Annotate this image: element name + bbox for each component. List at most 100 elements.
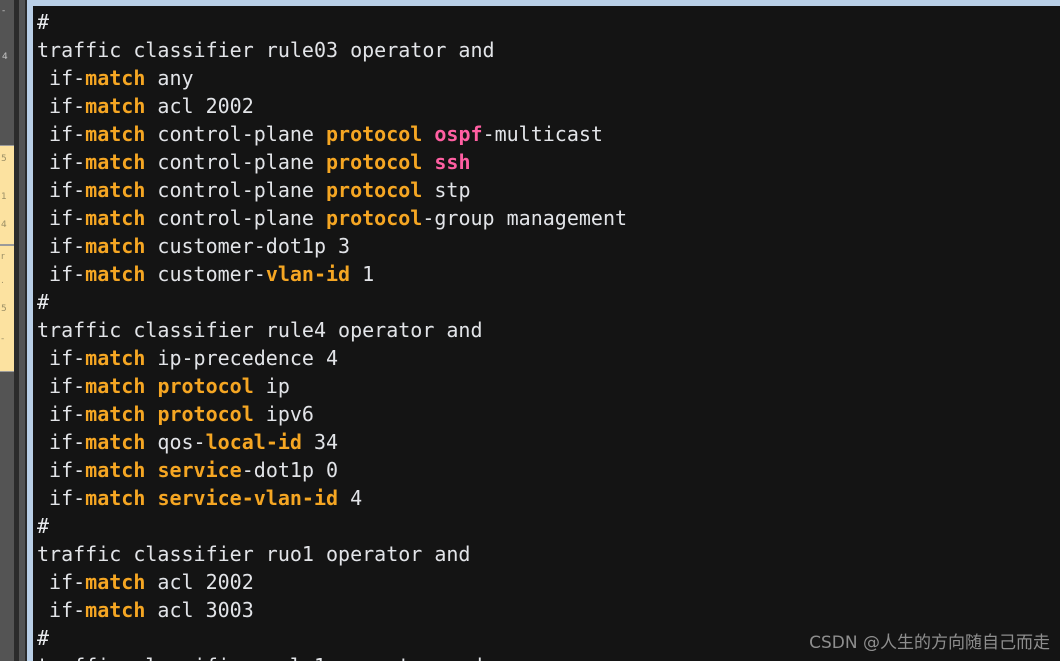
console-line: if-match acl 3003 — [33, 596, 1060, 624]
left-panel-ghost-mark: . — [1, 276, 4, 286]
console-token: match — [85, 458, 146, 482]
console-line: # — [33, 288, 1060, 316]
console-token: 4 — [338, 486, 363, 510]
console-token — [422, 122, 434, 146]
console-token: service — [157, 458, 242, 482]
console-token: -multicast — [482, 122, 603, 146]
console-token: protocol — [326, 122, 423, 146]
console-token: match — [85, 486, 146, 510]
console-token: if- — [37, 598, 86, 622]
console-token: 1 — [350, 262, 375, 286]
console-token: traffic classifier rule4 operator and — [37, 318, 483, 342]
console-token: ip — [253, 374, 290, 398]
console-token: ipv6 — [253, 402, 314, 426]
left-panel-ghost-mark: 4 — [2, 52, 8, 62]
console-token: control-plane — [145, 206, 327, 230]
console-line: # — [33, 8, 1060, 36]
console-token: if- — [37, 570, 86, 594]
console-token: stp — [422, 178, 471, 202]
console-token: if- — [37, 346, 86, 370]
console-token: local-id — [205, 430, 302, 454]
console-token: if- — [37, 430, 86, 454]
console-token: customer-dot1p 3 — [145, 234, 351, 258]
console-line: traffic classifier rule03 operator and — [33, 36, 1060, 64]
console-token: if- — [37, 262, 86, 286]
console-token: -dot1p 0 — [241, 458, 339, 482]
console-token: match — [85, 66, 146, 90]
console-token: acl 3003 — [145, 598, 254, 622]
console-token: if- — [37, 402, 86, 426]
left-side-panel[interactable]: - 4 5 1 4 r . 5 - — [0, 0, 14, 661]
console-token: ospf — [434, 122, 483, 146]
console-token: # — [37, 514, 50, 538]
console-token — [145, 458, 157, 482]
console-token: ssh — [434, 150, 471, 174]
console-token: control-plane — [145, 178, 327, 202]
console-line: if-match protocol ip — [33, 372, 1060, 400]
console-token: acl 2002 — [145, 94, 254, 118]
console-token: traffic classifier rule1 operator and — [37, 654, 483, 661]
console-token: protocol — [326, 206, 423, 230]
console-token: # — [37, 626, 50, 650]
console-line: if-match protocol ipv6 — [33, 400, 1060, 428]
left-panel-section-a[interactable]: 5 1 4 — [0, 145, 14, 245]
left-panel-section-b[interactable]: r . 5 - — [0, 245, 14, 372]
console-token: if- — [37, 206, 86, 230]
console-token: acl 2002 — [145, 570, 254, 594]
console-token: if- — [37, 234, 86, 258]
console-line: if-match control-plane protocol-group ma… — [33, 204, 1060, 232]
console-line: if-match customer-vlan-id 1 — [33, 260, 1060, 288]
console-line: if-match service-vlan-id 4 — [33, 484, 1060, 512]
console-token: match — [85, 402, 146, 426]
console-token: match — [85, 94, 146, 118]
console-token: if- — [37, 94, 86, 118]
console-token: protocol — [157, 402, 254, 426]
screenshot-root: - 4 5 1 4 r . 5 - # traffic classifier ru… — [0, 0, 1060, 661]
console-line: if-match control-plane protocol ospf-mul… — [33, 120, 1060, 148]
console-token: 34 — [301, 430, 339, 454]
console-token: service-vlan-id — [157, 486, 339, 510]
console-line: if-match control-plane protocol ssh — [33, 148, 1060, 176]
console-token: any — [145, 66, 194, 90]
console-token: -group management — [422, 206, 628, 230]
console-line: if-match qos-local-id 34 — [33, 428, 1060, 456]
console-token: traffic classifier ruo1 operator and — [37, 542, 471, 566]
console-token: protocol — [326, 150, 423, 174]
console-line: traffic classifier ruo1 operator and — [33, 540, 1060, 568]
console-token: match — [85, 346, 146, 370]
console-token: match — [85, 570, 146, 594]
left-panel-ghost-mark: r — [1, 252, 5, 262]
console-line: traffic classifier rule4 operator and — [33, 316, 1060, 344]
console-line: if-match acl 2002 — [33, 92, 1060, 120]
left-panel-ghost-mark: - — [1, 334, 5, 344]
left-panel-ghost-mark: 1 — [1, 192, 7, 202]
console-token: if- — [37, 458, 86, 482]
left-panel-ghost-mark: 4 — [1, 220, 7, 230]
console-token: if- — [37, 374, 86, 398]
console-token: if- — [37, 122, 86, 146]
console-token: protocol — [326, 178, 423, 202]
console-line: # — [33, 624, 1060, 652]
console-token: match — [85, 150, 146, 174]
console-token: # — [37, 10, 50, 34]
console-token: ip-precedence 4 — [145, 346, 339, 370]
console-token — [422, 150, 434, 174]
console-token: match — [85, 178, 146, 202]
console-line: # — [33, 512, 1060, 540]
console-token: customer- — [145, 262, 266, 286]
console-token — [145, 374, 157, 398]
console-token: protocol — [157, 374, 254, 398]
console-token: # — [37, 290, 50, 314]
terminal-console[interactable]: # traffic classifier rule03 operator and … — [33, 6, 1060, 661]
left-panel-ghost-mark: 5 — [1, 154, 7, 164]
console-token: if- — [37, 486, 86, 510]
console-token: if- — [37, 150, 86, 174]
console-line: if-match acl 2002 — [33, 568, 1060, 596]
console-token: match — [85, 122, 146, 146]
console-token: match — [85, 234, 146, 258]
console-token: match — [85, 430, 146, 454]
left-panel-ghost-mark: - — [2, 6, 6, 16]
console-token: match — [85, 262, 146, 286]
console-line: if-match customer-dot1p 3 — [33, 232, 1060, 260]
console-line: if-match control-plane protocol stp — [33, 176, 1060, 204]
